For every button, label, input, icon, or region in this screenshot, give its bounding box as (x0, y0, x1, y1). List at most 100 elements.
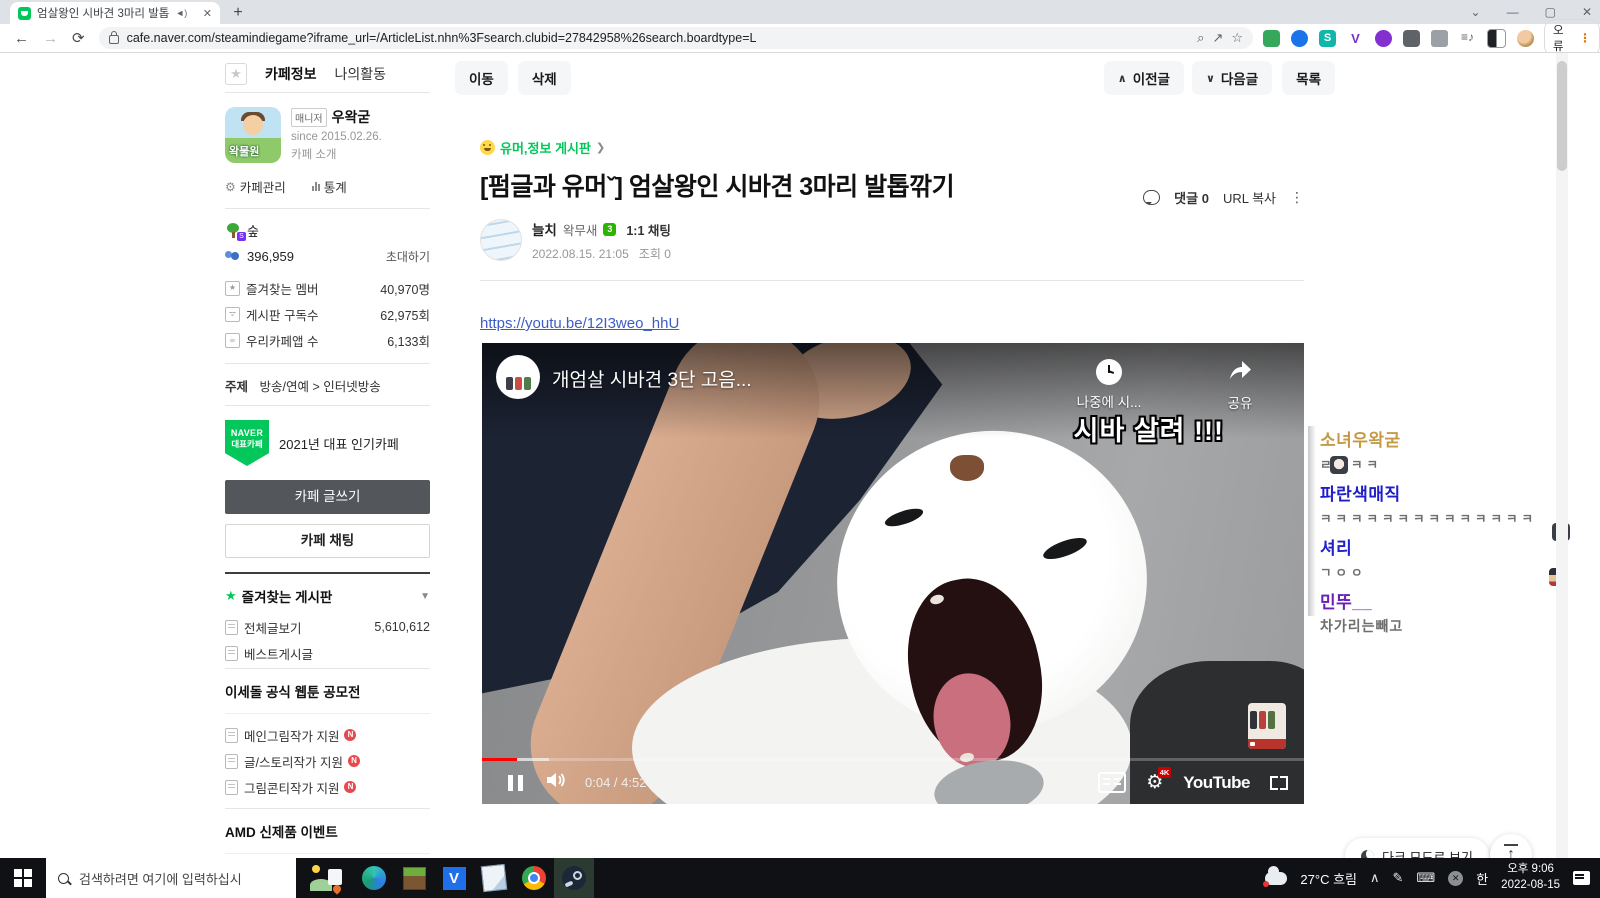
chat-message: 셔리 ㄱㅇㅇ (1320, 534, 1568, 581)
favorite-star-icon[interactable]: ★ (225, 63, 247, 85)
board-name[interactable]: 유머,정보 게시판 (500, 138, 591, 157)
taskbar-notepad-icon[interactable] (474, 858, 514, 898)
taskbar-chrome-icon[interactable] (514, 858, 554, 898)
author-name[interactable]: 늘치 (532, 219, 557, 239)
tray-clock[interactable]: 오후 9:06 2022-08-15 (1501, 862, 1560, 893)
list-button[interactable]: 목록 (1282, 61, 1335, 95)
ime-indicator[interactable]: 한 (1476, 869, 1488, 888)
tab-my-activity[interactable]: 나의활동 (335, 64, 387, 84)
cafe-page: ★ 카페정보 나의활동 왁물원 매니저 우왁굳 since 2015.02.26… (0, 52, 1600, 897)
hidden-icons-chevron[interactable]: ∧ (1370, 870, 1380, 886)
video-title[interactable]: 개엄살 시바견 3단 고음... (552, 365, 752, 392)
channel-avatar[interactable] (496, 355, 540, 399)
invite-link[interactable]: 초대하기 (386, 248, 430, 265)
scrollbar-thumb[interactable] (1557, 61, 1567, 171)
url-copy-button[interactable]: URL 복사 (1223, 188, 1276, 207)
tab-cafe-info[interactable]: 카페정보 (265, 64, 317, 84)
share-button[interactable]: 공유 (1210, 359, 1270, 412)
extension-blue-icon[interactable] (1291, 29, 1309, 47)
delete-button[interactable]: 삭제 (517, 61, 571, 95)
one-to-one-chat-button[interactable]: 1:1 채팅 (626, 220, 671, 239)
chevron-down-icon[interactable]: ▼ (420, 591, 430, 602)
cafe-stats-link[interactable]: 통계 (311, 177, 347, 196)
taskbar-steam-icon[interactable] (554, 858, 594, 898)
chat-emote-icon (1330, 456, 1348, 474)
taskbar-minecraft-icon[interactable] (394, 858, 434, 898)
sidebar-item-best-posts[interactable]: 베스트게시글 (225, 640, 430, 666)
captions-icon[interactable] (1098, 772, 1127, 793)
pen-icon[interactable]: ✎ (1393, 870, 1404, 886)
extension-purple-icon[interactable] (1375, 29, 1393, 47)
weather-widget-icon[interactable] (310, 863, 344, 895)
chat-text: ㄱㅇㅇ (1320, 566, 1367, 580)
move-button[interactable]: 이동 (455, 61, 508, 95)
forward-button[interactable]: → (43, 30, 58, 47)
sidebar-item[interactable]: 글/스토리작가 지원 N (225, 748, 430, 774)
fullscreen-icon[interactable] (1270, 775, 1288, 790)
start-button[interactable] (0, 858, 46, 898)
tab-search-icon[interactable]: ⌄ (1471, 5, 1481, 19)
browser-tab[interactable]: 엄살왕인 시바견 3마리 발톱 ◄) ✕ (10, 2, 220, 24)
topic-value[interactable]: 방송/연예 > 인터넷방송 (260, 380, 381, 394)
taskbar-v-app-icon[interactable]: V (434, 858, 474, 898)
keyboard-icon[interactable]: ⌨ (1416, 870, 1435, 886)
extension-green-icon[interactable] (1263, 29, 1281, 47)
cafe-manage-link[interactable]: ⚙ 카페관리 (225, 177, 286, 196)
playlist-icon[interactable]: ≡♪ (1459, 29, 1477, 47)
tab-audio-icon[interactable]: ◄) (175, 8, 187, 18)
notification-center-icon[interactable] (1573, 871, 1590, 885)
prev-post-button[interactable]: ∧ 이전글 (1103, 61, 1184, 95)
extensions-puzzle-icon[interactable] (1431, 29, 1449, 47)
minimize-button[interactable]: — (1507, 5, 1519, 19)
cafe-intro-link[interactable]: 카페 소개 (291, 146, 382, 162)
tray-weather-text[interactable]: 27°C 흐림 (1300, 869, 1357, 888)
weather-cloud-icon[interactable] (1263, 865, 1288, 887)
post-menu-kebab-icon[interactable]: ⋮ (1290, 189, 1304, 206)
extension-v-icon[interactable]: V (1347, 29, 1365, 47)
pause-button[interactable] (508, 774, 523, 791)
volume-button[interactable] (547, 772, 567, 793)
youtube-logo[interactable]: YouTube (1183, 773, 1250, 793)
share-page-icon[interactable]: ↗ (1212, 30, 1223, 46)
tab-close-icon[interactable]: ✕ (203, 7, 212, 20)
naver-badge-icon: NAVER 대표카페 (225, 420, 269, 466)
chevron-up-icon: ∧ (1117, 72, 1127, 85)
sidebar-item[interactable]: 그림콘티작가 지원 N (225, 774, 430, 800)
extension-s-icon[interactable]: S (1319, 29, 1337, 47)
sidebar-item[interactable]: 메인그림작가 지원 N (225, 722, 430, 748)
cafe-write-button[interactable]: 카페 글쓰기 (225, 480, 430, 514)
bookmark-star-icon[interactable]: ☆ (1231, 30, 1243, 46)
bar-chart-icon (311, 182, 320, 191)
cafe-chat-button[interactable]: 카페 채팅 (225, 524, 430, 558)
maximize-button[interactable]: ▢ (1545, 5, 1556, 19)
watch-later-button[interactable]: 나중에 시... (1034, 359, 1184, 411)
menu-kebab-icon[interactable]: ⋮ (1579, 31, 1591, 45)
taskbar-edge-icon[interactable] (354, 858, 394, 898)
next-post-button[interactable]: ∨ 다음글 (1191, 61, 1273, 95)
channel-watermark[interactable] (1248, 703, 1286, 749)
address-bar[interactable]: cafe.naver.com/steamindiegame?iframe_url… (98, 27, 1254, 49)
stat-row: ᯤ 게시판 구독수 62,975회 (225, 301, 430, 327)
dark-reader-icon[interactable] (1487, 28, 1507, 48)
new-tab-button[interactable]: + (228, 3, 248, 23)
favorite-boards-header[interactable]: ★ 즐겨찾는 게시판 ▼ (225, 572, 430, 606)
settings-gear-icon[interactable]: ⚙ 4K (1146, 767, 1172, 794)
youtube-player[interactable]: 개엄살 시바견 3단 고음... 나중에 시... 공유 시바 살려 !!! 0… (482, 343, 1304, 804)
scrollbar-track[interactable] (1556, 53, 1568, 859)
back-button[interactable]: ← (14, 30, 29, 47)
extension-gray-icon[interactable] (1403, 29, 1421, 47)
comment-count[interactable]: 댓글 0 (1174, 188, 1209, 207)
youtube-link[interactable]: https://youtu.be/12I3weo_hhU (480, 315, 679, 332)
manager-name[interactable]: 우왁굳 (332, 107, 371, 127)
cafe-profile-image[interactable]: 왁물원 (225, 107, 281, 163)
sidebar-item-all-posts[interactable]: 전체글보기 5,610,612 (225, 614, 430, 640)
reload-button[interactable]: ⟳ (72, 29, 85, 47)
breadcrumb[interactable]: 유머,정보 게시판 ❯ (480, 138, 1304, 157)
tray-x-icon[interactable]: ✕ (1448, 870, 1464, 886)
author-avatar[interactable] (480, 219, 522, 261)
zoom-page-icon[interactable]: ⌕ (1197, 30, 1204, 46)
profile-avatar[interactable] (1517, 29, 1535, 47)
taskbar-search[interactable]: 검색하려면 여기에 입력하십시 (46, 858, 296, 898)
close-window-button[interactable]: ✕ (1582, 5, 1592, 19)
url-text[interactable]: cafe.naver.com/steamindiegame?iframe_url… (127, 31, 1190, 45)
